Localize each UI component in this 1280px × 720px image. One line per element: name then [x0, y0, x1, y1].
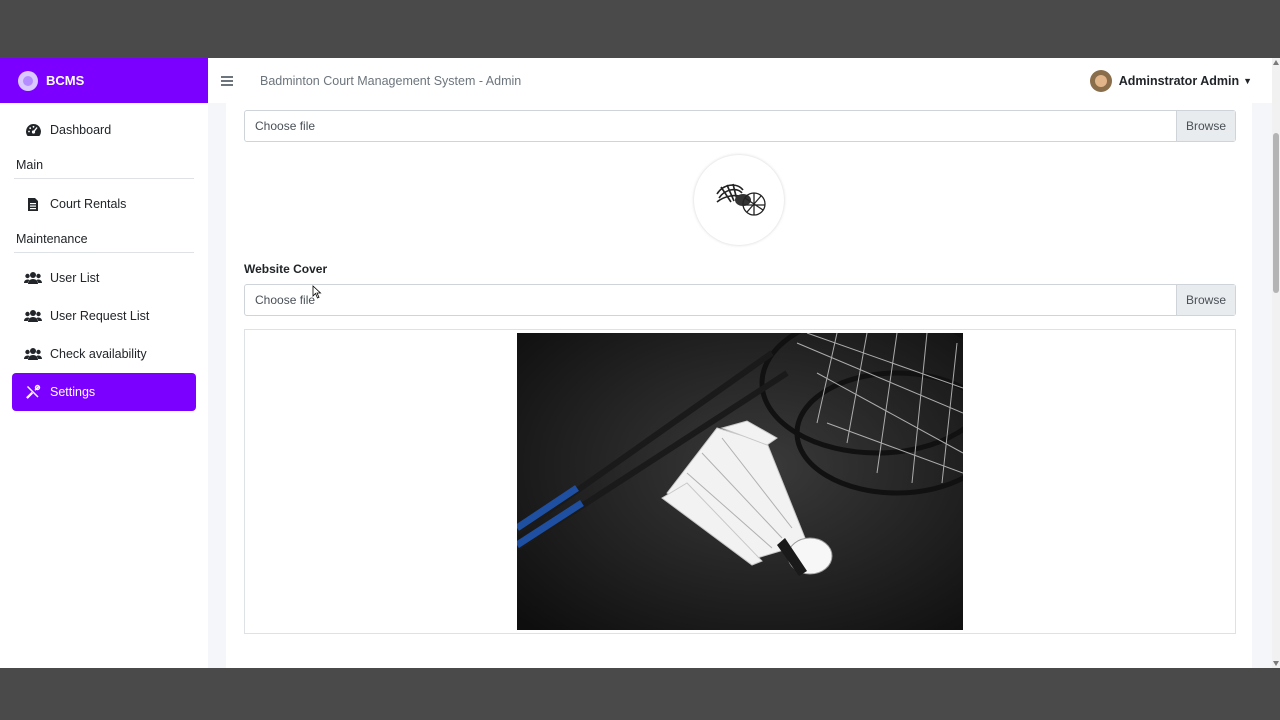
topbar: Badminton Court Management System - Admi…: [208, 58, 1272, 104]
sidebar-item-court-rentals[interactable]: Court Rentals: [12, 185, 196, 223]
cover-browse-button[interactable]: Browse: [1176, 285, 1235, 315]
page-title: Badminton Court Management System - Admi…: [260, 73, 522, 88]
users-icon: [24, 346, 42, 362]
shuttlecock-logo-icon: [716, 183, 766, 216]
vertical-scrollbar[interactable]: [1272, 58, 1280, 668]
users-icon: [24, 270, 42, 286]
mouse-cursor-icon: [312, 285, 322, 299]
sidebar-nav: Dashboard Main Court Rentals Maintenance…: [0, 103, 208, 419]
logo-file-text: Choose file: [255, 119, 316, 133]
scroll-up-icon[interactable]: [1273, 60, 1279, 65]
sidebar-item-check-availability[interactable]: Check availability: [12, 335, 196, 373]
caret-down-icon: ▼: [1243, 75, 1252, 86]
sidebar-item-user-list[interactable]: User List: [12, 259, 196, 297]
tachometer-icon: [24, 122, 42, 138]
user-menu[interactable]: Adminstrator Admin ▼: [1089, 69, 1252, 92]
sidebar-item-dashboard[interactable]: Dashboard: [12, 111, 196, 149]
sidebar-item-label: Check availability: [50, 347, 147, 361]
user-name: Adminstrator Admin: [1118, 73, 1240, 88]
website-cover-label: Website Cover: [244, 262, 328, 276]
file-icon: [24, 196, 42, 212]
tools-icon: [24, 384, 42, 400]
settings-card: Choose file Browse Website Cover Choose …: [226, 103, 1252, 668]
logo-browse-button[interactable]: Browse: [1176, 111, 1235, 141]
sidebar-item-label: User List: [50, 271, 100, 285]
sidebar-item-label: Court Rentals: [50, 197, 127, 211]
cover-file-input[interactable]: Choose file Browse: [244, 284, 1236, 316]
cover-preview-box: [244, 329, 1236, 634]
sidebar-item-settings[interactable]: Settings: [12, 373, 196, 411]
scroll-thumb[interactable]: [1273, 133, 1279, 293]
avatar: [1089, 69, 1112, 92]
users-icon: [24, 308, 42, 324]
sidebar-item-user-request-list[interactable]: User Request List: [12, 297, 196, 335]
nav-header-main: Main: [14, 149, 194, 179]
hamburger-icon[interactable]: [221, 75, 233, 86]
app-window: BCMS Dashboard Main Court Rentals Mainte…: [0, 58, 1280, 668]
brand-link[interactable]: BCMS: [0, 58, 208, 103]
cover-image: [517, 333, 963, 630]
sidebar: BCMS Dashboard Main Court Rentals Mainte…: [0, 58, 209, 668]
logo-file-input[interactable]: Choose file Browse: [244, 110, 1236, 142]
sidebar-item-label: User Request List: [50, 309, 150, 323]
main-content: Choose file Browse Website Cover Choose …: [208, 103, 1272, 668]
brand-name: BCMS: [46, 73, 85, 88]
cover-file-text: Choose file: [255, 293, 316, 307]
system-logo-preview: [694, 155, 784, 245]
scroll-down-icon[interactable]: [1273, 661, 1279, 666]
sidebar-item-label: Dashboard: [50, 123, 112, 137]
brand-logo-icon: [18, 70, 38, 91]
nav-header-maintenance: Maintenance: [14, 223, 194, 253]
sidebar-item-label: Settings: [50, 385, 96, 399]
